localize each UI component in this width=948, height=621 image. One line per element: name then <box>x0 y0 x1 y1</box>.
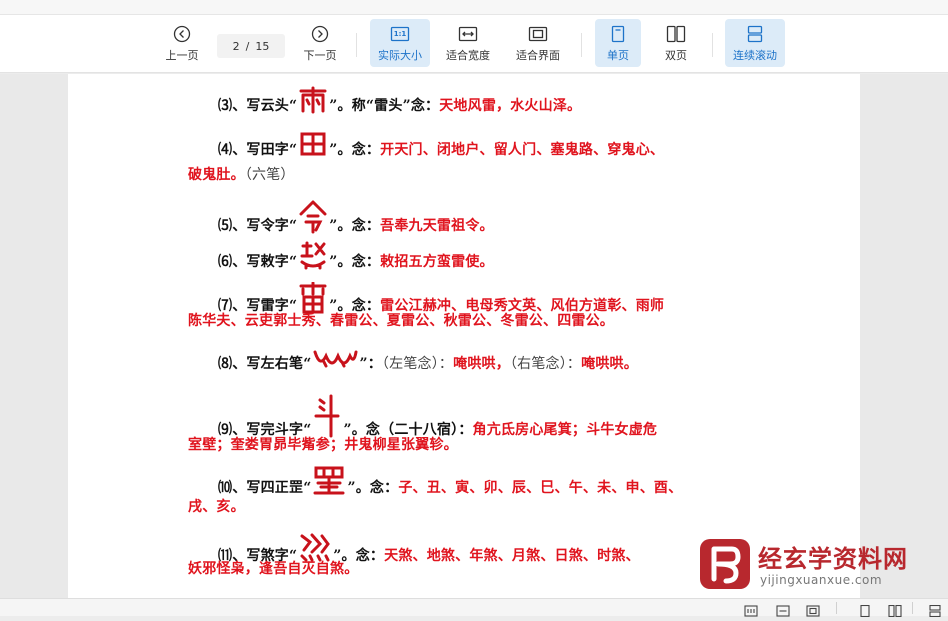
page-indicator[interactable]: 2 / 15 <box>217 34 285 58</box>
text-line: 妖邪怪枭，逢吾自灭自煞。 <box>188 561 359 577</box>
prev-page-button[interactable]: 上一页 <box>160 19 204 67</box>
toolbar-divider <box>712 33 713 57</box>
text-line: ⑶、写云头“ ”。称“雷头”念：天地风雷，水火山泽。 <box>218 86 581 118</box>
talisman-field-glyph <box>298 130 328 162</box>
continuous-scroll-button[interactable]: 连续滚动 <box>725 19 785 67</box>
chevron-right-circle-icon <box>311 23 329 45</box>
document-page: ⑶、写云头“ ”。称“雷头”念：天地风雷，水火山泽。 ⑷、写田字“ ”。念：开天门、… <box>68 74 860 598</box>
talisman-command-glyph <box>298 200 328 238</box>
status-divider <box>836 602 837 614</box>
double-page-small-icon[interactable] <box>888 602 902 618</box>
talisman-decree-glyph <box>298 240 328 274</box>
status-bar <box>0 598 948 618</box>
double-page-icon <box>666 23 686 45</box>
text-line: 破鬼肚。（六笔） <box>188 167 295 183</box>
total-pages: 15 <box>255 39 270 53</box>
text-line: 室壁；奎娄胃昴毕觜参；井鬼柳星张翼轸。 <box>188 437 458 453</box>
text-line: ⑷、写田字“ ”。念：开天门、闭地户、留人门、塞鬼路、穿鬼心、 <box>218 130 664 162</box>
single-page-button[interactable]: 单页 <box>595 19 641 67</box>
watermark-title: 经玄学资料网 <box>758 545 908 573</box>
fit-width-small-icon[interactable] <box>776 602 790 617</box>
continuous-scroll-small-icon[interactable] <box>928 602 942 618</box>
watermark: 经玄学资料网 yijingxuanxue.com <box>698 537 948 595</box>
actual-size-small-icon[interactable] <box>744 602 758 617</box>
text-line: ⑹、写敕字“ ”。念：敕招五方蛮雷使。 <box>218 240 494 274</box>
single-page-icon <box>610 23 626 45</box>
next-page-button[interactable]: 下一页 <box>298 19 342 67</box>
talisman-gang-glyph <box>312 466 346 500</box>
actual-size-icon: 1:1 <box>390 23 410 45</box>
actual-size-button[interactable]: 1:1 实际大小 <box>370 19 430 67</box>
fit-width-button[interactable]: 适合宽度 <box>440 19 496 67</box>
status-divider <box>912 602 913 614</box>
double-page-button[interactable]: 双页 <box>653 19 699 67</box>
text-line: ⑽、写四正罡“ ”。念：子、丑、寅、卯、辰、巳、午、未、申、酉、 <box>218 466 682 500</box>
fit-page-button[interactable]: 适合界面 <box>509 19 567 67</box>
watermark-logo-icon <box>698 537 752 591</box>
single-page-small-icon[interactable] <box>858 602 872 618</box>
talisman-cloud-glyph <box>298 86 328 118</box>
toolbar-divider <box>581 33 582 57</box>
watermark-url: yijingxuanxue.com <box>760 573 883 587</box>
window-top-strip <box>0 0 948 15</box>
document-viewport[interactable]: ⑶、写云头“ ”。称“雷头”念：天地风雷，水火山泽。 ⑷、写田字“ ”。念：开天门、… <box>0 74 948 598</box>
viewer-toolbar: 上一页 2 / 15 下一页 1:1 实际大小 适合宽度 适合界面 单页 双页 … <box>0 15 948 73</box>
page-separator: / <box>245 39 250 53</box>
chevron-left-circle-icon <box>173 23 191 45</box>
continuous-scroll-icon <box>746 23 764 45</box>
text-line: 戌、亥。 <box>188 499 245 515</box>
text-line: ⑸、写令字“ ”。念：吾奉九天雷祖令。 <box>218 200 494 238</box>
talisman-brush-glyph <box>312 348 358 376</box>
toolbar-divider <box>356 33 357 57</box>
fit-width-icon <box>458 23 478 45</box>
current-page-input[interactable]: 2 <box>233 40 240 53</box>
fit-page-small-icon[interactable] <box>806 602 820 617</box>
fit-page-icon <box>528 23 548 45</box>
text-line: ⑻、写左右笔“ ”：（左笔念）：唵哄哄，（右笔念）：唵哄哄。 <box>218 348 638 376</box>
text-line: 陈华夫、云吏郭士秀、春雷公、夏雷公、秋雷公、冬雷公、四雷公。 <box>188 313 614 329</box>
